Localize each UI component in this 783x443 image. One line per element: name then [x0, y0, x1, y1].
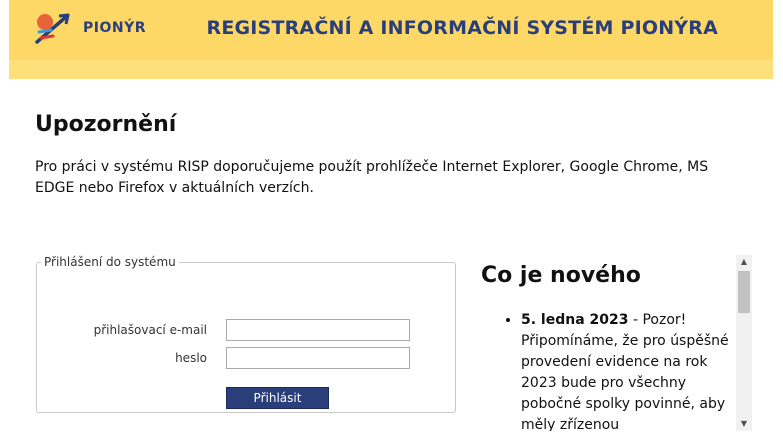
news-heading: Co je nového	[481, 263, 641, 288]
news-scrollbar[interactable]: ▲ ▼	[736, 255, 752, 431]
news-item-date: 5. ledna 2023	[521, 312, 629, 328]
password-field[interactable]	[226, 347, 410, 369]
notice-heading: Upozornění	[35, 112, 177, 137]
email-field[interactable]	[226, 319, 410, 341]
news-panel: Co je nového 5. ledna 2023 - Pozor! Přip…	[474, 255, 736, 431]
arrow-logo-icon	[35, 13, 70, 44]
password-label: heslo	[175, 351, 207, 365]
login-form: Přihlášení do systému přihlašovací e-mai…	[36, 255, 456, 413]
scroll-down-icon[interactable]: ▼	[736, 417, 752, 431]
pionyr-logo[interactable]: PIONÝR	[31, 6, 151, 54]
site-title: REGISTRAČNÍ A INFORMAČNÍ SYSTÉM PIONÝRA	[206, 17, 718, 39]
news-item-text: - Pozor! Připomínáme, že pro úspěšné pro…	[521, 312, 729, 431]
news-list: 5. ledna 2023 - Pozor! Připomínáme, že p…	[481, 310, 731, 431]
scroll-thumb[interactable]	[738, 271, 750, 313]
site-header: PIONÝR REGISTRAČNÍ A INFORMAČNÍ SYSTÉM P…	[9, 0, 773, 79]
logo-text: PIONÝR	[83, 20, 147, 36]
login-button[interactable]: Přihlásit	[226, 387, 329, 409]
login-legend: Přihlášení do systému	[44, 255, 176, 269]
news-item: 5. ledna 2023 - Pozor! Připomínáme, že p…	[521, 310, 731, 431]
scroll-up-icon[interactable]: ▲	[736, 255, 752, 269]
email-label: přihlašovací e-mail	[93, 323, 207, 337]
notice-text: Pro práci v systému RISP doporučujeme po…	[35, 159, 709, 196]
